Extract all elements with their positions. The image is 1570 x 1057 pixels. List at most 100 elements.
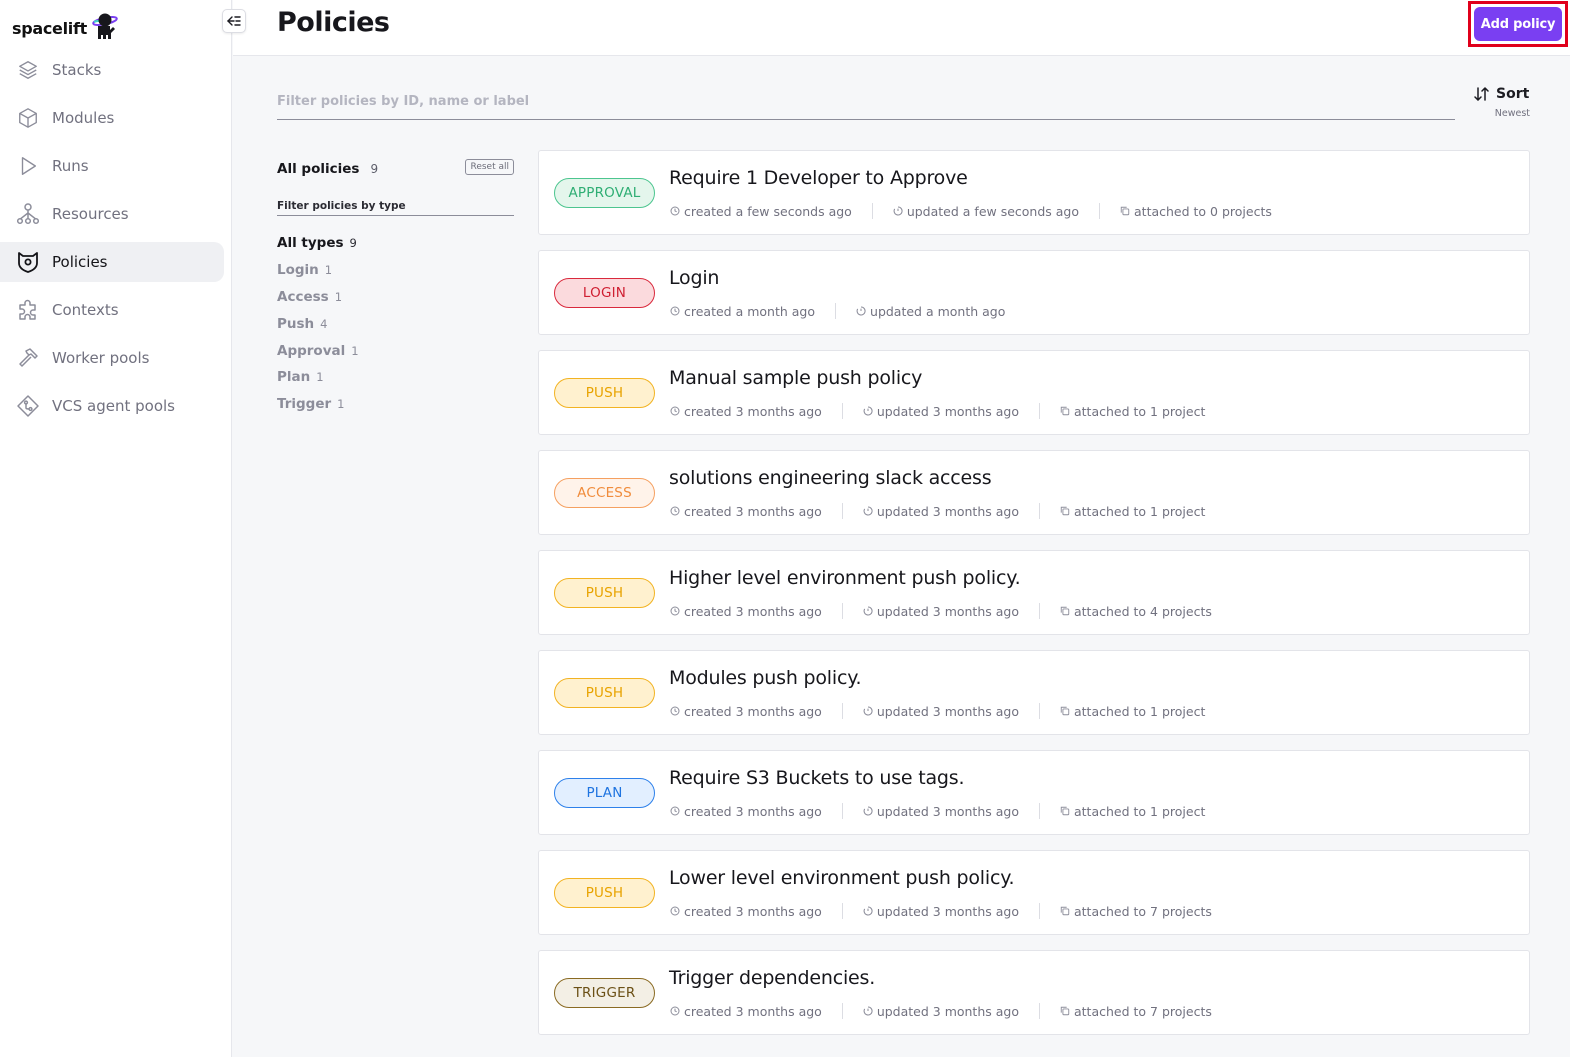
attached-projects-text: attached to 0 projects	[1134, 203, 1272, 219]
type-filter-approval[interactable]: Approval 1	[277, 337, 514, 364]
created-time-text: created 3 months ago	[684, 803, 822, 819]
spacelift-logo[interactable]: spacelift	[12, 4, 118, 39]
policy-name[interactable]: Require S3 Buckets to use tags.	[669, 767, 965, 789]
sidebar-item-contexts[interactable]: Contexts	[0, 290, 224, 330]
updated-time: updated 3 months ago	[863, 704, 1019, 719]
updated-time-text: updated 3 months ago	[876, 403, 1019, 419]
policy-meta: created 3 months ago updated 3 months ago…	[670, 903, 1212, 919]
policy-type-badge: TRIGGER	[554, 978, 655, 1008]
attached-projects-icon	[1060, 1004, 1070, 1019]
clock-icon	[670, 404, 680, 419]
sidebar: spacelift Stacks Modules Runs Resources Poli…	[0, 0, 232, 1057]
git-diamond-icon	[16, 394, 40, 418]
sidebar-item-label: Stacks	[52, 61, 102, 79]
collapse-sidebar-button[interactable]	[222, 9, 246, 33]
layers-icon	[16, 58, 40, 82]
sidebar-item-resources[interactable]: Resources	[0, 194, 224, 234]
collapse-left-icon	[227, 16, 241, 26]
policy-type-badge: PUSH	[554, 578, 655, 608]
sort-control[interactable]: Sort Newest	[1474, 86, 1534, 119]
clock-icon	[670, 804, 680, 819]
sidebar-item-label: VCS agent pools	[52, 397, 175, 415]
attached-projects-text: attached to 1 project	[1074, 803, 1206, 819]
policy-card[interactable]: LOGIN Login created a month ago updated a m…	[538, 250, 1530, 335]
created-time-text: created a few seconds ago	[684, 203, 852, 219]
type-filter-count: 4	[320, 316, 328, 331]
sidebar-item-runs[interactable]: Runs	[0, 146, 224, 186]
meta-divider	[1099, 203, 1101, 219]
attached-projects: attached to 7 projects	[1060, 1004, 1212, 1019]
policy-name[interactable]: Higher level environment push policy.	[669, 567, 1021, 589]
policy-card[interactable]: TRIGGER Trigger dependencies. created 3 mo…	[538, 950, 1530, 1035]
updated-clock-icon	[863, 704, 873, 719]
type-filter-login[interactable]: Login 1	[277, 257, 514, 284]
type-filter-trigger[interactable]: Trigger 1	[277, 391, 514, 418]
policy-name[interactable]: Require 1 Developer to Approve	[669, 167, 968, 189]
meta-divider	[1039, 1003, 1040, 1019]
meta-divider	[871, 203, 873, 219]
type-filter-label: Login	[277, 262, 319, 279]
sidebar-item-worker-pools[interactable]: Worker pools	[0, 338, 224, 378]
type-filter-all-types[interactable]: All types 9	[277, 230, 514, 257]
created-time-text: created 3 months ago	[684, 703, 822, 719]
brand-name: spacelift	[12, 19, 87, 38]
add-policy-button[interactable]: Add policy	[1474, 7, 1562, 41]
policy-name[interactable]: Trigger dependencies.	[669, 967, 875, 989]
meta-divider	[841, 403, 843, 419]
updated-time-text: updated a month ago	[870, 303, 1006, 319]
type-filter-push[interactable]: Push 4	[277, 310, 514, 337]
sidebar-item-policies[interactable]: Policies	[0, 242, 224, 282]
attached-projects: attached to 4 projects	[1060, 604, 1212, 619]
filter-policies-input[interactable]	[277, 86, 1455, 116]
sidebar-item-vcs-agent-pools[interactable]: VCS agent pools	[0, 386, 224, 426]
sidebar-item-label: Worker pools	[52, 349, 150, 367]
policy-card[interactable]: PUSH Higher level environment push policy…	[538, 550, 1530, 635]
created-time-text: created 3 months ago	[684, 903, 822, 919]
created-time: created 3 months ago	[670, 904, 822, 919]
sidebar-item-stacks[interactable]: Stacks	[0, 50, 224, 90]
sidebar-item-label: Modules	[52, 109, 115, 127]
type-filter-label: Approval	[277, 342, 346, 359]
policy-type-badge: APPROVAL	[554, 178, 655, 208]
policy-meta: created 3 months ago updated 3 months ago…	[670, 503, 1205, 519]
policy-name[interactable]: Manual sample push policy	[669, 367, 922, 389]
clock-icon	[670, 604, 680, 619]
sidebar-item-modules[interactable]: Modules	[0, 98, 224, 138]
reset-all-button[interactable]: Reset all	[465, 159, 514, 175]
policy-name[interactable]: Login	[669, 267, 719, 289]
type-filter-access[interactable]: Access 1	[277, 284, 514, 311]
meta-divider	[841, 903, 843, 919]
policy-card[interactable]: PLAN Require S3 Buckets to use tags. creat…	[538, 750, 1530, 835]
type-filter-label: Access	[277, 288, 329, 305]
policy-name[interactable]: Lower level environment push policy.	[669, 867, 1015, 889]
policy-card[interactable]: PUSH Manual sample push policy created 3 m…	[538, 350, 1530, 435]
policy-card[interactable]: ACCESS solutions engineering slack access…	[538, 450, 1530, 535]
type-filter-count: 1	[337, 397, 345, 412]
policy-name[interactable]: solutions engineering slack access	[669, 467, 992, 489]
shield-devil-icon	[16, 250, 40, 274]
attached-projects-text: attached to 1 project	[1074, 403, 1206, 419]
type-filter-label: Push	[277, 315, 315, 332]
clock-icon	[670, 704, 680, 719]
sort-arrows-icon	[1474, 87, 1489, 101]
puzzle-icon	[16, 298, 40, 322]
updated-time: updated 3 months ago	[863, 604, 1019, 619]
meta-divider	[1039, 703, 1040, 719]
updated-time-text: updated 3 months ago	[876, 803, 1019, 819]
created-time: created 3 months ago	[670, 504, 822, 519]
policy-name[interactable]: Modules push policy.	[669, 667, 862, 689]
created-time-text: created 3 months ago	[684, 403, 822, 419]
type-filter-count: 1	[324, 263, 333, 278]
created-time-text: created 3 months ago	[684, 1003, 822, 1019]
updated-time: updated 3 months ago	[863, 504, 1019, 519]
attached-projects-icon	[1060, 904, 1070, 919]
policy-card[interactable]: PUSH Modules push policy. created 3 months…	[538, 650, 1530, 735]
policy-card[interactable]: APPROVAL Require 1 Developer to Approve cr…	[538, 150, 1530, 235]
sidebar-item-label: Resources	[52, 205, 129, 223]
attached-projects-icon	[1060, 704, 1070, 719]
created-time-text: created 3 months ago	[684, 603, 822, 619]
policy-card[interactable]: PUSH Lower level environment push policy.…	[538, 850, 1530, 935]
created-time: created a few seconds ago	[670, 204, 852, 219]
type-filter-plan[interactable]: Plan 1	[277, 364, 514, 391]
updated-clock-icon	[856, 304, 866, 319]
